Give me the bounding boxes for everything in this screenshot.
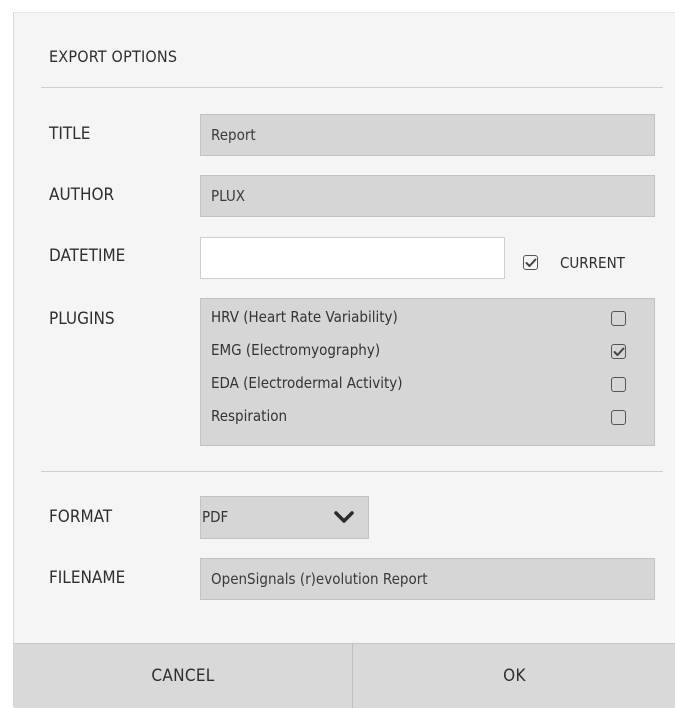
plugin-checkbox-emg[interactable]	[611, 344, 626, 359]
check-icon	[613, 347, 624, 356]
plugin-name: HRV (Heart Rate Variability)	[211, 308, 398, 326]
plugin-item-emg[interactable]: EMG (Electromyography)	[211, 337, 644, 365]
plugin-item-eda[interactable]: EDA (Electrodermal Activity)	[211, 370, 644, 398]
chevron-down-icon	[334, 511, 354, 523]
check-icon	[525, 258, 536, 267]
export-options-dialog: EXPORT OPTIONS TITLE AUTHOR DATETIME CUR…	[13, 12, 675, 708]
author-input[interactable]	[200, 175, 655, 217]
cancel-button[interactable]: CANCEL	[14, 644, 352, 708]
dialog-title: EXPORT OPTIONS	[49, 47, 178, 66]
title-input[interactable]	[200, 114, 655, 156]
plugin-checkbox-eda[interactable]	[611, 377, 626, 392]
author-label: AUTHOR	[49, 185, 115, 205]
plugin-name: EMG (Electromyography)	[211, 341, 381, 359]
current-checkbox[interactable]	[523, 255, 538, 270]
format-select[interactable]: PDF	[200, 496, 369, 539]
plugin-item-respiration[interactable]: Respiration	[211, 403, 644, 431]
plugin-name: Respiration	[211, 407, 288, 425]
plugin-item-hrv[interactable]: HRV (Heart Rate Variability)	[211, 304, 644, 332]
filename-input[interactable]	[200, 558, 655, 600]
format-value: PDF	[202, 508, 229, 526]
dialog-footer: CANCEL OK	[14, 643, 675, 708]
plugin-checkbox-hrv[interactable]	[611, 311, 626, 326]
filename-label: FILENAME	[49, 568, 126, 588]
plugin-name: EDA (Electrodermal Activity)	[211, 374, 403, 392]
datetime-label: DATETIME	[49, 246, 126, 266]
format-label: FORMAT	[49, 507, 113, 527]
plugins-list: HRV (Heart Rate Variability) EMG (Electr…	[200, 298, 655, 446]
plugin-checkbox-respiration[interactable]	[611, 410, 626, 425]
section-divider	[41, 471, 663, 472]
ok-button[interactable]: OK	[353, 644, 675, 708]
current-label: CURRENT	[560, 254, 625, 272]
header-divider	[41, 87, 663, 88]
title-label: TITLE	[49, 124, 91, 144]
plugins-label: PLUGINS	[49, 309, 115, 329]
datetime-input[interactable]	[200, 237, 505, 279]
